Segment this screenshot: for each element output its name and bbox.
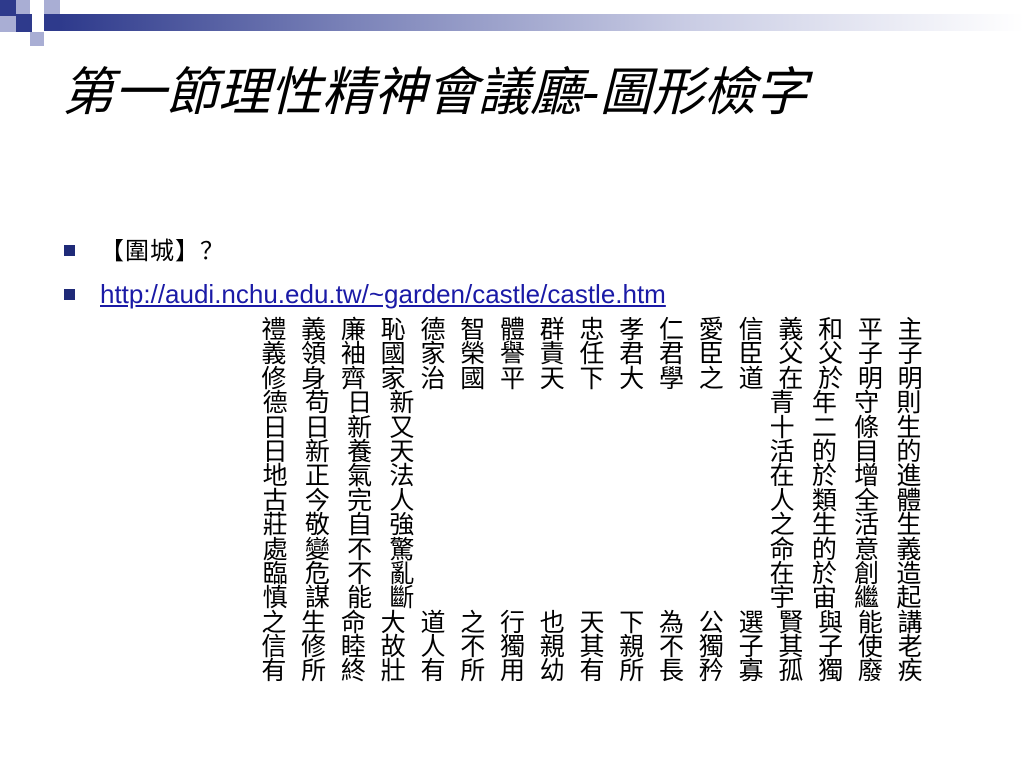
- poem-char: 則: [896, 388, 922, 418]
- poem-char: 所: [619, 656, 645, 686]
- poem-char: 學: [659, 363, 685, 393]
- header-decoration: [0, 0, 1024, 50]
- bullet-item: http://audi.nchu.edu.tw/~garden/castle/c…: [62, 272, 666, 316]
- poem-char: 幼: [539, 656, 565, 686]
- decor-square-7: [30, 32, 44, 46]
- poem-char: 日: [347, 388, 373, 418]
- poem-side-left: 德苟日新: [254, 388, 423, 418]
- decor-square-5: [16, 14, 32, 32]
- poem-char: 有: [420, 656, 446, 686]
- bullet-item: 【圍城】？: [62, 228, 666, 272]
- poem-char: 孤: [778, 656, 804, 686]
- poem-char: 獨: [818, 656, 844, 686]
- poem-side-row: 德苟日新 青年守則: [254, 388, 930, 418]
- slide-title: 第一節理性精神會議廳-圖形檢字: [62, 63, 808, 123]
- castle-link[interactable]: http://audi.nchu.edu.tw/~garden/castle/c…: [100, 279, 666, 309]
- poem-char: 活: [854, 510, 880, 540]
- poem-char: 所: [460, 656, 486, 686]
- poem-char: 廢: [857, 656, 883, 686]
- poem-char: 之: [698, 363, 724, 393]
- poem-char: 年: [811, 388, 837, 418]
- poem-char: 自: [347, 510, 373, 540]
- poem-char: 莊: [262, 510, 288, 540]
- poem-full-row: 有所終壯有所用幼有所長矜寡孤獨廢疾: [254, 656, 930, 686]
- poem-side-right: 青年守則: [761, 388, 930, 418]
- poem-char: 德: [262, 388, 288, 418]
- poem-char: 道: [738, 363, 764, 393]
- poem-char: 大: [619, 363, 645, 393]
- decor-square-4: [0, 16, 16, 32]
- poem-char: 疾: [897, 656, 923, 686]
- poem-char: 之: [769, 510, 795, 540]
- poem-char: 長: [659, 656, 685, 686]
- poem-char: 生: [896, 510, 922, 540]
- poem-char: 強: [389, 510, 415, 540]
- poem-char: 終: [340, 656, 366, 686]
- poem-char: 苟: [304, 388, 330, 418]
- poem-char: 矜: [698, 656, 724, 686]
- poem-char: 天: [539, 363, 565, 393]
- decor-square-1: [0, 0, 16, 16]
- poem-char: 治: [420, 363, 446, 393]
- poem-char: 下: [579, 363, 605, 393]
- poem-char: 青: [769, 388, 795, 418]
- decor-square-2: [16, 0, 30, 14]
- poem-char: 有: [261, 656, 287, 686]
- poem-char: 新: [389, 388, 415, 418]
- decor-square-6: [44, 14, 60, 31]
- bullet-text: 【圍城】？: [100, 237, 225, 265]
- bullet-square-icon: [64, 289, 75, 300]
- poem-char: 國: [460, 363, 486, 393]
- poem-char: 壯: [380, 656, 406, 686]
- poem-side-row: 莊敬自強之生活生: [254, 510, 930, 540]
- bullet-list: 【圍城】？ http://audi.nchu.edu.tw/~garden/ca…: [62, 228, 666, 316]
- decor-gradient-bar: [60, 14, 1024, 31]
- poem-char: 守: [854, 388, 880, 418]
- poem-char: 寡: [738, 656, 764, 686]
- poem-char: 有: [579, 656, 605, 686]
- poem-char: 生: [811, 510, 837, 540]
- bullet-square-icon: [64, 245, 75, 256]
- poem-char: 平: [499, 363, 525, 393]
- poem-side-left: 莊敬自強: [254, 510, 423, 540]
- castle-poem-image: 禮義廉恥德智體群忠孝仁愛信義和平主義領袖國家榮譽責任君君臣臣父父子子修身齊家治國…: [254, 317, 934, 693]
- poem-char: 所: [301, 656, 327, 686]
- poem-char: 敬: [304, 510, 330, 540]
- poem-side-right: 之生活生: [761, 510, 930, 540]
- poem-char: 用: [499, 656, 525, 686]
